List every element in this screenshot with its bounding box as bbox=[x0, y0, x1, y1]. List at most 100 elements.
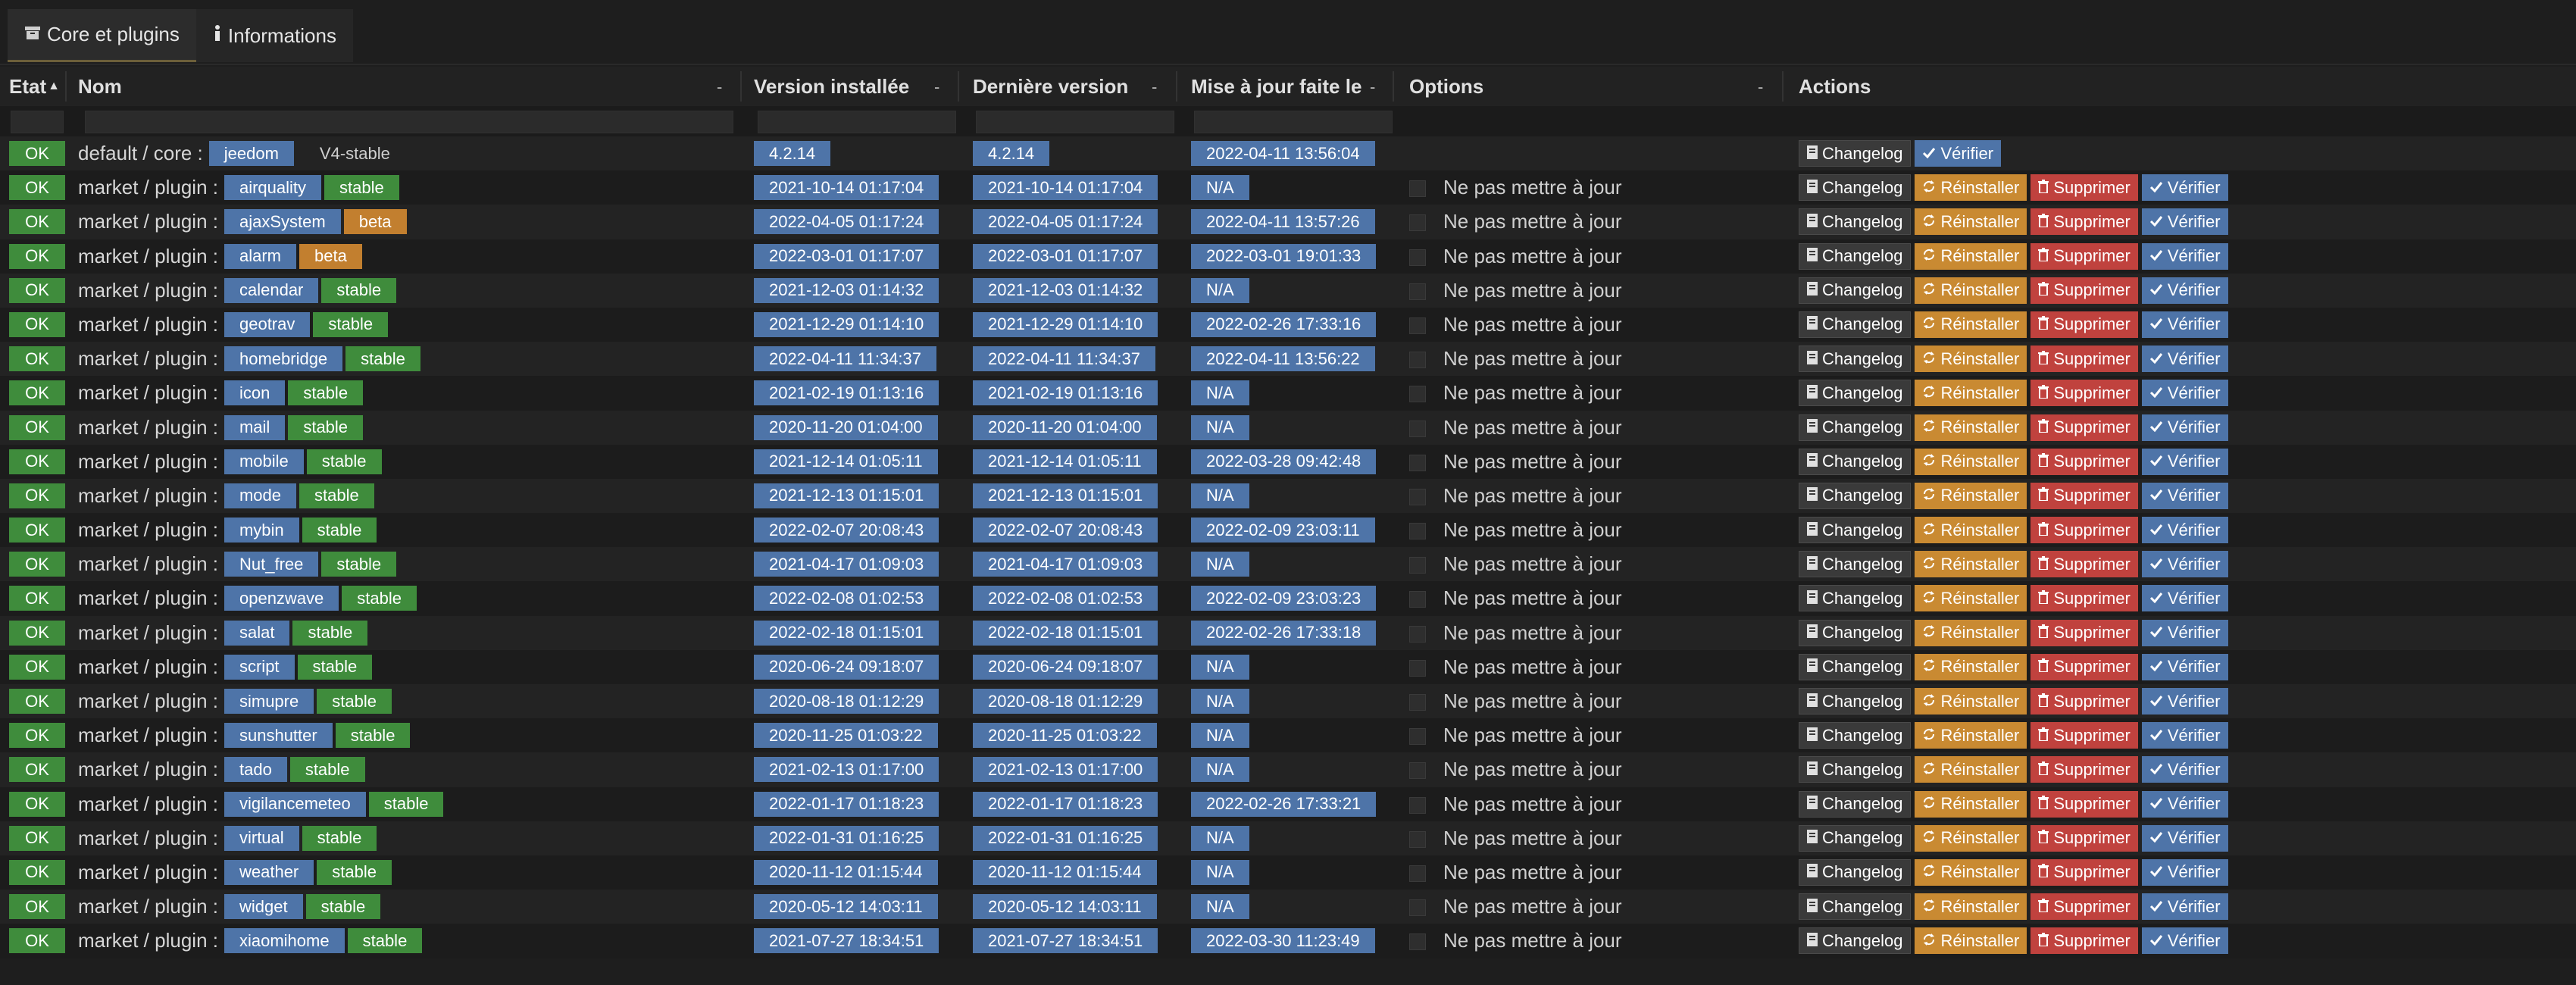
no-update-checkbox[interactable] bbox=[1409, 420, 1426, 437]
changelog-button[interactable]: Changelog bbox=[1799, 174, 1912, 202]
delete-button[interactable]: Supprimer bbox=[2030, 688, 2138, 715]
changelog-button[interactable]: Changelog bbox=[1799, 619, 1912, 646]
changelog-button[interactable]: Changelog bbox=[1799, 824, 1912, 852]
delete-button[interactable]: Supprimer bbox=[2030, 174, 2138, 202]
changelog-button[interactable]: Changelog bbox=[1799, 858, 1912, 886]
tab-informations[interactable]: Informations bbox=[195, 9, 353, 62]
verify-button[interactable]: Vérifier bbox=[2141, 174, 2228, 202]
verify-button[interactable]: Vérifier bbox=[2141, 790, 2228, 818]
changelog-button[interactable]: Changelog bbox=[1799, 517, 1912, 544]
no-update-checkbox[interactable] bbox=[1409, 488, 1426, 505]
verify-button[interactable]: Vérifier bbox=[2141, 551, 2228, 578]
verify-button[interactable]: Vérifier bbox=[1915, 140, 2002, 167]
no-update-checkbox[interactable] bbox=[1409, 386, 1426, 403]
delete-button[interactable]: Supprimer bbox=[2030, 414, 2138, 441]
no-update-checkbox[interactable] bbox=[1409, 180, 1426, 198]
delete-button[interactable]: Supprimer bbox=[2030, 790, 2138, 818]
reinstall-button[interactable]: Réinstaller bbox=[1915, 174, 2027, 202]
changelog-button[interactable]: Changelog bbox=[1799, 790, 1912, 818]
column-menu-icon[interactable]: - bbox=[1152, 77, 1157, 97]
no-update-checkbox[interactable] bbox=[1409, 796, 1426, 814]
verify-button[interactable]: Vérifier bbox=[2141, 756, 2228, 783]
column-menu-icon[interactable]: - bbox=[1758, 77, 1763, 97]
delete-button[interactable]: Supprimer bbox=[2030, 585, 2138, 612]
verify-button[interactable]: Vérifier bbox=[2141, 311, 2228, 338]
changelog-button[interactable]: Changelog bbox=[1799, 414, 1912, 441]
reinstall-button[interactable]: Réinstaller bbox=[1915, 688, 2027, 715]
column-menu-icon[interactable]: - bbox=[717, 77, 722, 97]
no-update-checkbox[interactable] bbox=[1409, 933, 1426, 951]
no-update-checkbox[interactable] bbox=[1409, 728, 1426, 746]
verify-button[interactable]: Vérifier bbox=[2141, 277, 2228, 304]
reinstall-button[interactable]: Réinstaller bbox=[1915, 790, 2027, 818]
reinstall-button[interactable]: Réinstaller bbox=[1915, 722, 2027, 749]
no-update-checkbox[interactable] bbox=[1409, 830, 1426, 848]
delete-button[interactable]: Supprimer bbox=[2030, 653, 2138, 680]
reinstall-button[interactable]: Réinstaller bbox=[1915, 517, 2027, 544]
column-menu-icon[interactable]: - bbox=[1370, 77, 1375, 97]
verify-button[interactable]: Vérifier bbox=[2141, 346, 2228, 373]
reinstall-button[interactable]: Réinstaller bbox=[1915, 756, 2027, 783]
delete-button[interactable]: Supprimer bbox=[2030, 277, 2138, 304]
no-update-checkbox[interactable] bbox=[1409, 591, 1426, 608]
delete-button[interactable]: Supprimer bbox=[2030, 208, 2138, 236]
verify-button[interactable]: Vérifier bbox=[2141, 208, 2228, 236]
delete-button[interactable]: Supprimer bbox=[2030, 756, 2138, 783]
delete-button[interactable]: Supprimer bbox=[2030, 619, 2138, 646]
delete-button[interactable]: Supprimer bbox=[2030, 893, 2138, 921]
changelog-button[interactable]: Changelog bbox=[1799, 380, 1912, 407]
delete-button[interactable]: Supprimer bbox=[2030, 242, 2138, 270]
no-update-checkbox[interactable] bbox=[1409, 523, 1426, 540]
delete-button[interactable]: Supprimer bbox=[2030, 380, 2138, 407]
delete-button[interactable]: Supprimer bbox=[2030, 551, 2138, 578]
no-update-checkbox[interactable] bbox=[1409, 625, 1426, 643]
changelog-button[interactable]: Changelog bbox=[1799, 688, 1912, 715]
changelog-button[interactable]: Changelog bbox=[1799, 585, 1912, 612]
changelog-button[interactable]: Changelog bbox=[1799, 448, 1912, 475]
delete-button[interactable]: Supprimer bbox=[2030, 722, 2138, 749]
verify-button[interactable]: Vérifier bbox=[2141, 653, 2228, 680]
no-update-checkbox[interactable] bbox=[1409, 317, 1426, 334]
changelog-button[interactable]: Changelog bbox=[1799, 277, 1912, 304]
changelog-button[interactable]: Changelog bbox=[1799, 653, 1912, 680]
verify-button[interactable]: Vérifier bbox=[2141, 927, 2228, 955]
verify-button[interactable]: Vérifier bbox=[2141, 380, 2228, 407]
changelog-button[interactable]: Changelog bbox=[1799, 551, 1912, 578]
filter-etat-input[interactable] bbox=[11, 111, 64, 133]
changelog-button[interactable]: Changelog bbox=[1799, 722, 1912, 749]
filter-version-installee-input[interactable] bbox=[758, 111, 956, 133]
reinstall-button[interactable]: Réinstaller bbox=[1915, 824, 2027, 852]
verify-button[interactable]: Vérifier bbox=[2141, 824, 2228, 852]
header-version-installee[interactable]: Version installée bbox=[754, 67, 909, 106]
delete-button[interactable]: Supprimer bbox=[2030, 927, 2138, 955]
reinstall-button[interactable]: Réinstaller bbox=[1915, 208, 2027, 236]
changelog-button[interactable]: Changelog bbox=[1799, 208, 1912, 236]
delete-button[interactable]: Supprimer bbox=[2030, 517, 2138, 544]
verify-button[interactable]: Vérifier bbox=[2141, 517, 2228, 544]
reinstall-button[interactable]: Réinstaller bbox=[1915, 482, 2027, 509]
verify-button[interactable]: Vérifier bbox=[2141, 414, 2228, 441]
no-update-checkbox[interactable] bbox=[1409, 283, 1426, 300]
verify-button[interactable]: Vérifier bbox=[2141, 482, 2228, 509]
filter-derniere-version-input[interactable] bbox=[976, 111, 1174, 133]
verify-button[interactable]: Vérifier bbox=[2141, 448, 2228, 475]
changelog-button[interactable]: Changelog bbox=[1799, 346, 1912, 373]
reinstall-button[interactable]: Réinstaller bbox=[1915, 277, 2027, 304]
no-update-checkbox[interactable] bbox=[1409, 659, 1426, 677]
delete-button[interactable]: Supprimer bbox=[2030, 482, 2138, 509]
reinstall-button[interactable]: Réinstaller bbox=[1915, 619, 2027, 646]
header-nom[interactable]: Nom bbox=[78, 67, 122, 106]
reinstall-button[interactable]: Réinstaller bbox=[1915, 346, 2027, 373]
no-update-checkbox[interactable] bbox=[1409, 899, 1426, 917]
no-update-checkbox[interactable] bbox=[1409, 454, 1426, 471]
reinstall-button[interactable]: Réinstaller bbox=[1915, 414, 2027, 441]
delete-button[interactable]: Supprimer bbox=[2030, 311, 2138, 338]
reinstall-button[interactable]: Réinstaller bbox=[1915, 927, 2027, 955]
reinstall-button[interactable]: Réinstaller bbox=[1915, 311, 2027, 338]
no-update-checkbox[interactable] bbox=[1409, 249, 1426, 266]
verify-button[interactable]: Vérifier bbox=[2141, 722, 2228, 749]
tab-core-et-plugins[interactable]: Core et plugins bbox=[8, 9, 196, 62]
changelog-button[interactable]: Changelog bbox=[1799, 927, 1912, 955]
reinstall-button[interactable]: Réinstaller bbox=[1915, 551, 2027, 578]
filter-nom-input[interactable] bbox=[85, 111, 733, 133]
